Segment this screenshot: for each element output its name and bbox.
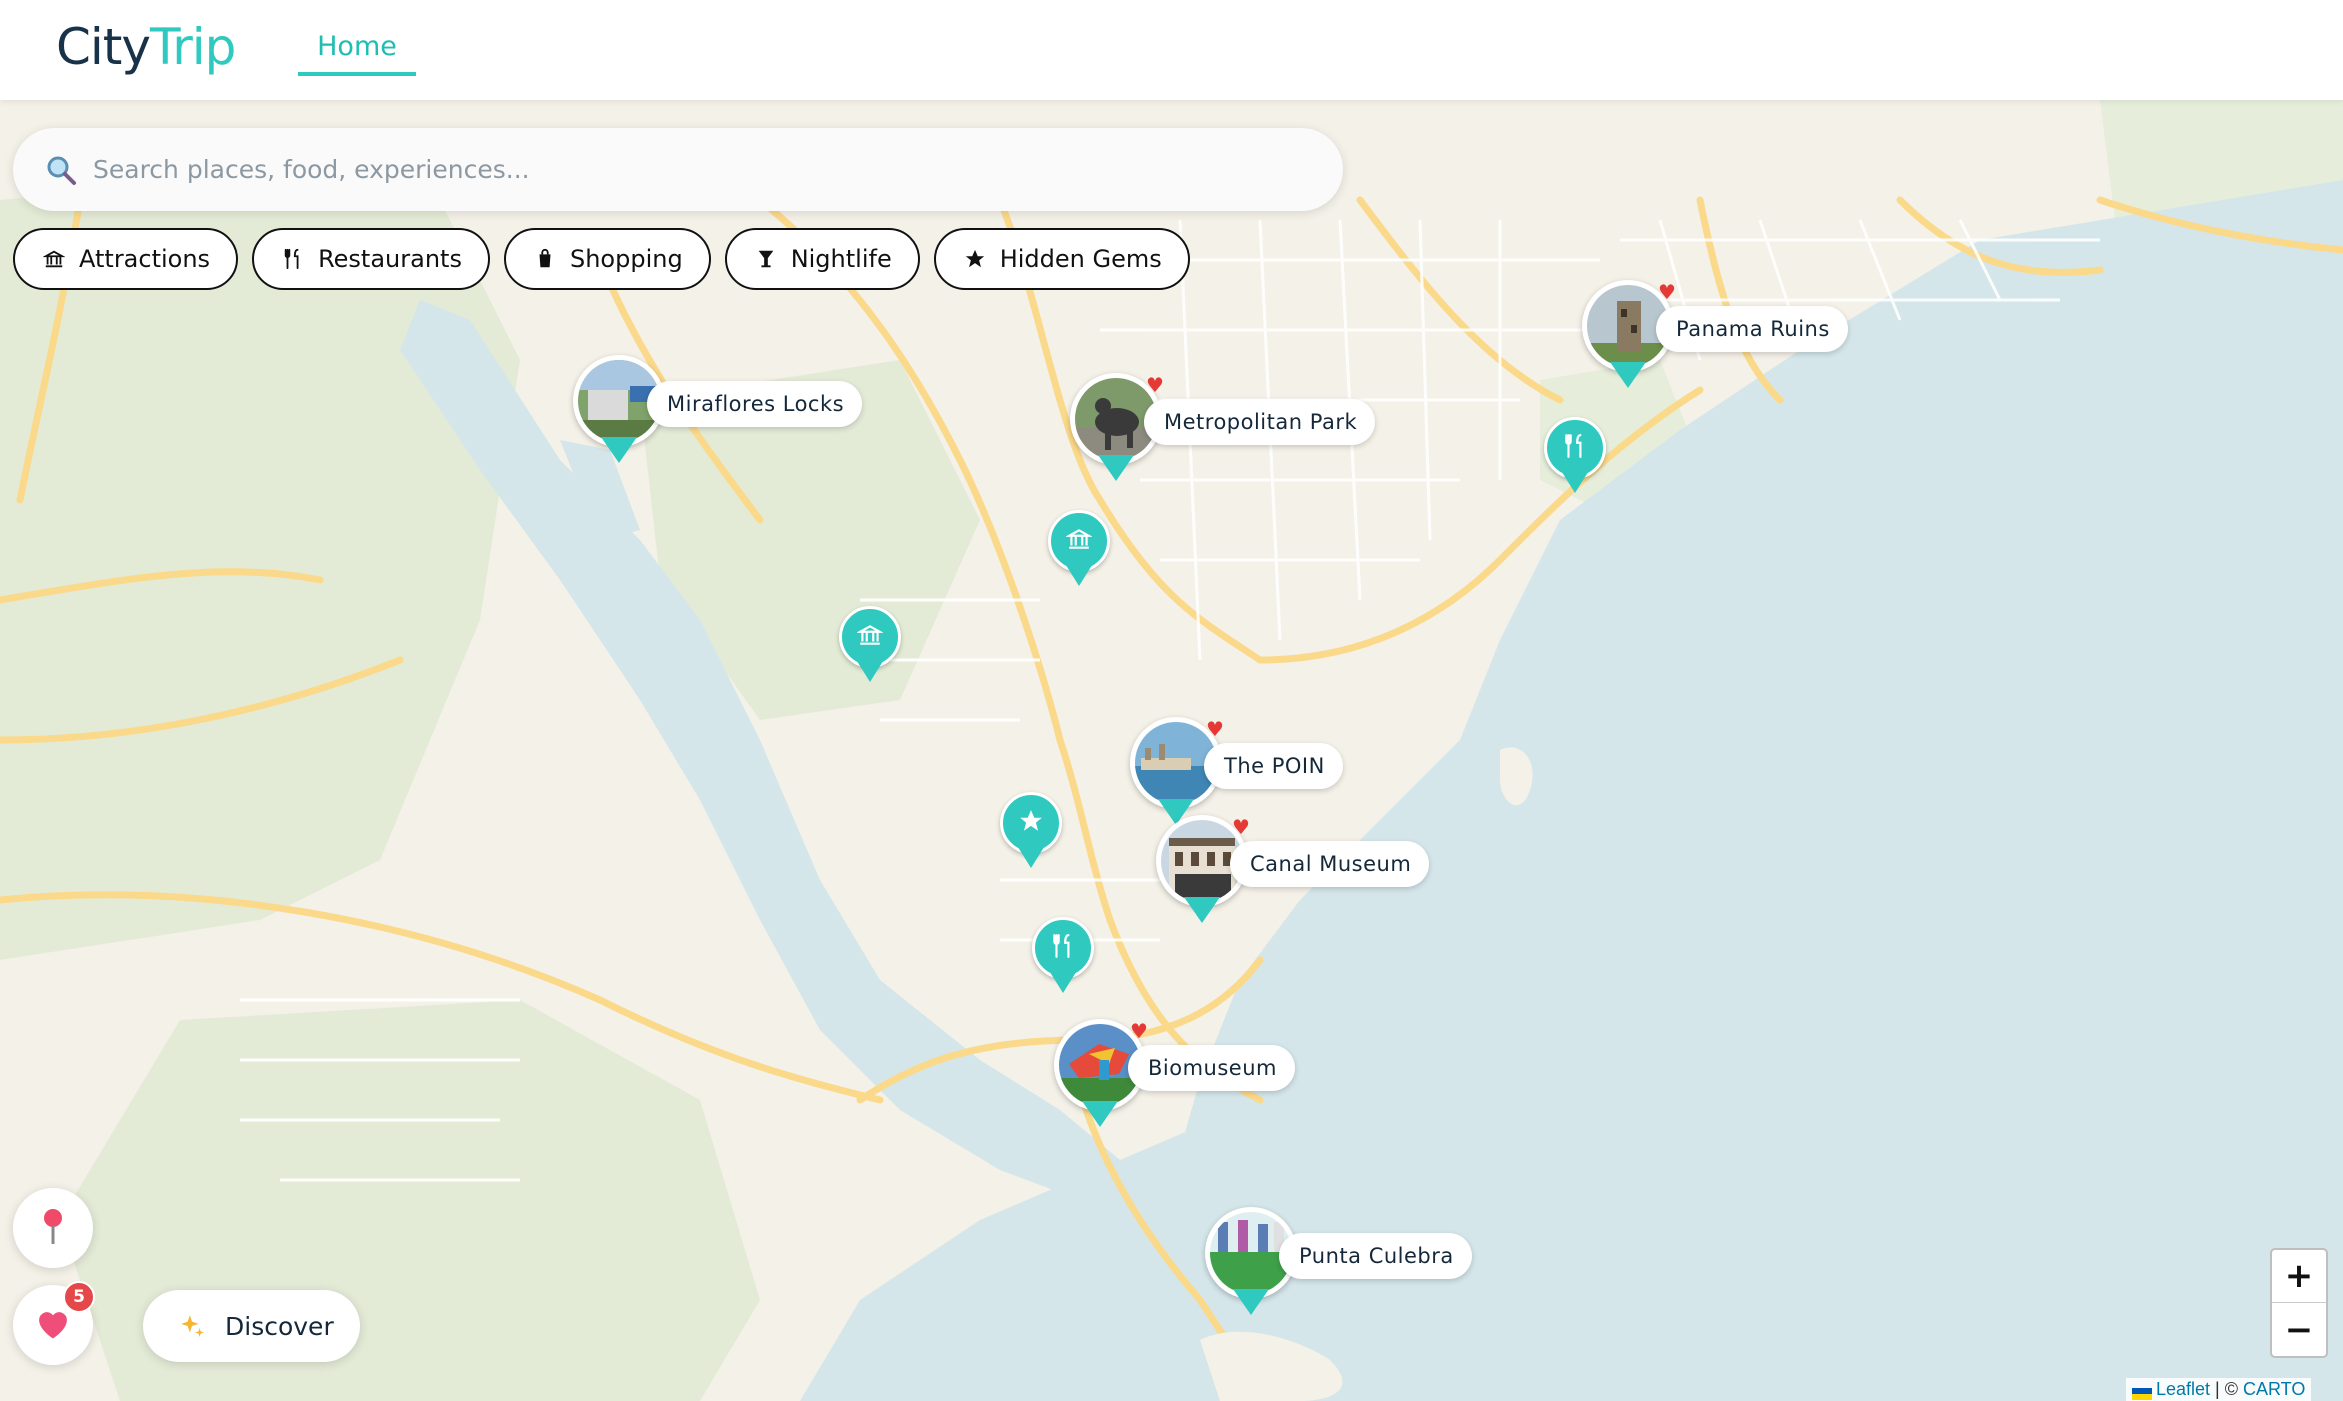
add-pin-button[interactable]: [13, 1188, 93, 1268]
pin-marker-restaurant[interactable]: [1544, 417, 1606, 497]
logo-part-trip: Trip: [150, 18, 236, 76]
favorite-heart-icon: ♥: [1146, 373, 1164, 397]
app-header: CityTrip Home: [0, 0, 2343, 100]
pin-marker-restaurant[interactable]: [1032, 917, 1094, 997]
filter-chip-shopping[interactable]: Shopping: [503, 228, 711, 290]
fork-knife-icon: [282, 248, 304, 270]
discover-button[interactable]: Discover: [143, 1290, 360, 1362]
heart-icon: [34, 1306, 72, 1344]
place-label[interactable]: Metropolitan Park: [1144, 399, 1376, 445]
museum-icon: [1065, 526, 1093, 556]
sparkles-icon: [179, 1313, 205, 1339]
zoom-out-button[interactable]: −: [2272, 1303, 2326, 1356]
pin-marker-attraction[interactable]: [839, 606, 901, 686]
map-canvas[interactable]: Miraflores Locks ♥ Metropolitan Park ♥ P…: [0, 100, 2343, 1401]
favorite-heart-icon: ♥: [1206, 717, 1224, 741]
place-label[interactable]: Biomuseum: [1128, 1045, 1295, 1091]
discover-label: Discover: [225, 1311, 334, 1341]
leaflet-link[interactable]: Leaflet: [2156, 1379, 2210, 1399]
app-logo[interactable]: CityTrip: [56, 18, 236, 76]
museum-icon: [856, 622, 884, 652]
filter-chip-label: Shopping: [569, 245, 683, 273]
category-filters: Attractions Restaurants Shopping Nightli…: [13, 228, 1190, 290]
nav-tab-home[interactable]: Home: [298, 26, 416, 76]
fork-knife-icon: [1050, 933, 1076, 963]
museum-icon: [43, 248, 65, 270]
place-label[interactable]: Miraflores Locks: [647, 381, 863, 427]
ukraine-flag-icon: [2132, 1383, 2152, 1401]
favorite-heart-icon: ♥: [1130, 1019, 1148, 1043]
favorites-count-badge: 5: [63, 1281, 95, 1313]
cocktail-icon: [755, 248, 777, 270]
search-icon: [43, 152, 79, 188]
favorite-heart-icon: ♥: [1658, 280, 1676, 304]
place-label[interactable]: Panama Ruins: [1656, 306, 1848, 352]
pin-marker-hidden-gem[interactable]: [1000, 792, 1062, 872]
filter-chip-label: Hidden Gems: [999, 245, 1162, 273]
filter-chip-label: Nightlife: [790, 245, 892, 273]
favorite-heart-icon: ♥: [1232, 815, 1250, 839]
carto-link[interactable]: CARTO: [2243, 1379, 2305, 1399]
filter-chip-attractions[interactable]: Attractions: [13, 228, 239, 290]
filter-chip-restaurants[interactable]: Restaurants: [252, 228, 490, 290]
map-attribution: Leaflet | © CARTO: [2126, 1378, 2312, 1401]
pin-marker-attraction[interactable]: [1048, 510, 1110, 590]
zoom-in-button[interactable]: +: [2272, 1250, 2326, 1303]
place-label[interactable]: The POIN: [1204, 743, 1343, 789]
search-input[interactable]: [93, 144, 1293, 194]
favorites-button[interactable]: 5: [13, 1281, 95, 1365]
pushpin-icon: [38, 1206, 68, 1250]
filter-chip-label: Attractions: [79, 245, 211, 273]
attribution-separator: | ©: [2210, 1379, 2243, 1399]
place-label[interactable]: Punta Culebra: [1279, 1233, 1472, 1279]
filter-chip-hidden-gems[interactable]: Hidden Gems: [933, 228, 1190, 290]
filter-chip-nightlife[interactable]: Nightlife: [724, 228, 920, 290]
zoom-control: + −: [2270, 1248, 2328, 1358]
filter-chip-label: Restaurants: [318, 245, 462, 273]
logo-part-city: City: [56, 18, 151, 76]
search-bar: [13, 128, 1343, 211]
star-icon: [1018, 808, 1044, 838]
shopping-bag-icon: [534, 248, 556, 270]
star-icon: [964, 248, 986, 270]
fork-knife-icon: [1562, 433, 1588, 463]
place-label[interactable]: Canal Museum: [1230, 841, 1430, 887]
